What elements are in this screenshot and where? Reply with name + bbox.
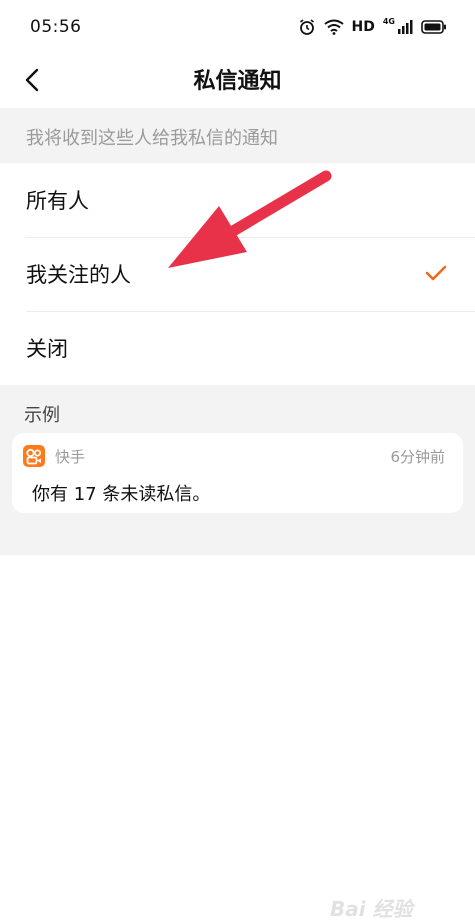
options-list: 所有人 我关注的人 关闭: [0, 163, 475, 385]
option-following[interactable]: 我关注的人: [0, 237, 475, 311]
section-hint-text: 我将收到这些人给我私信的通知: [26, 128, 278, 149]
check-icon: [425, 265, 447, 281]
hd-indicator: HD: [351, 19, 375, 35]
status-time: 05:56: [30, 17, 82, 37]
option-label: 所有人: [26, 189, 89, 213]
example-label: 示例: [24, 405, 60, 426]
kuaishou-app-icon: [23, 445, 45, 467]
network-type-label: 4G: [382, 17, 395, 26]
watermark: Bai 经验: [330, 897, 413, 921]
status-icons: HD 4G: [298, 16, 447, 38]
option-label: 我关注的人: [26, 263, 131, 287]
signal-icon: [398, 20, 413, 34]
option-off[interactable]: 关闭: [0, 311, 475, 385]
alarm-icon: [299, 19, 314, 35]
option-label: 关闭: [26, 337, 68, 361]
notification-body: 你有 17 条未读私信。: [32, 484, 211, 505]
page-title: 私信通知: [193, 69, 282, 94]
nav-bar: 私信通知: [0, 56, 475, 108]
section-hint: 我将收到这些人给我私信的通知: [0, 108, 475, 163]
option-everyone[interactable]: 所有人: [0, 163, 475, 237]
notification-time: 6分钟前: [390, 448, 445, 466]
app-name: 快手: [55, 448, 86, 466]
example-area: 示例 快手 6分钟前 你有 17 条未读私信。 Bai 经验: [0, 385, 475, 921]
status-bar: 05:56 HD 4G: [0, 0, 475, 56]
battery-icon: [421, 20, 446, 34]
wifi-icon: [323, 19, 344, 35]
notification-card: 快手 6分钟前 你有 17 条未读私信。: [12, 433, 463, 513]
